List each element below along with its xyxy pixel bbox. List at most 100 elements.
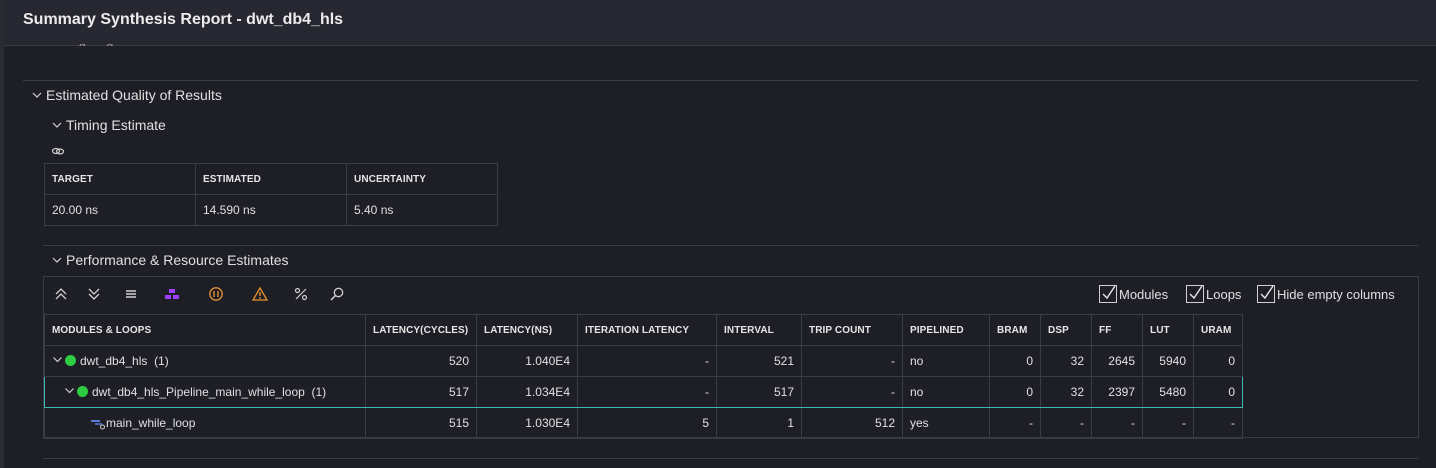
col-iteration-latency[interactable]: ITERATION LATENCY bbox=[577, 314, 717, 346]
bram: - bbox=[989, 407, 1041, 439]
dsp: - bbox=[1040, 407, 1092, 439]
timing-uncertainty-value: 5.40 ns bbox=[346, 194, 498, 226]
module-cell: dwt_db4_hls_Pipeline_main_while_loop (1) bbox=[44, 376, 366, 408]
timing-target-value: 20.00 ns bbox=[44, 194, 196, 226]
uram: 0 bbox=[1193, 345, 1243, 377]
timing-header-row: TARGET ESTIMATED UNCERTAINTY bbox=[44, 163, 498, 195]
hide-empty-columns-checkbox[interactable]: Hide empty columns bbox=[1257, 285, 1395, 303]
checkbox-checked-icon bbox=[1257, 285, 1275, 303]
section-timing-header[interactable]: Timing Estimate bbox=[51, 117, 166, 133]
col-trip-count[interactable]: TRIP COUNT bbox=[801, 314, 903, 346]
iteration-latency: 5 bbox=[577, 407, 717, 439]
lut: 5940 bbox=[1142, 345, 1194, 377]
chevron-down-icon bbox=[51, 119, 63, 131]
chevron-down-icon[interactable] bbox=[52, 354, 63, 368]
lut: 5480 bbox=[1142, 376, 1194, 408]
col-latency-cycles[interactable]: LATENCY(CYCLES) bbox=[365, 314, 477, 346]
divider bbox=[43, 437, 1418, 438]
loop-name: main_while_loop bbox=[106, 416, 196, 430]
partial-text: — g — g bbox=[62, 34, 113, 46]
divider bbox=[43, 245, 1418, 246]
divider bbox=[43, 458, 1418, 459]
chevron-down-icon bbox=[31, 89, 43, 101]
module-name: dwt_db4_hls bbox=[80, 353, 148, 368]
latency-ns: 1.040E4 bbox=[476, 345, 578, 377]
collapse-all-icon[interactable] bbox=[53, 286, 69, 302]
latency-ns: 1.030E4 bbox=[476, 407, 578, 439]
checkbox-checked-icon bbox=[1099, 285, 1117, 303]
pipelined: no bbox=[902, 376, 990, 408]
table-row[interactable]: dwt_db4_hls_Pipeline_main_while_loop (1)… bbox=[44, 376, 1243, 408]
table-row[interactable]: dwt_db4_hls (1) 520 1.040E4 - 521 - no 0… bbox=[44, 345, 1243, 377]
perf-header-row: MODULES & LOOPS LATENCY(CYCLES) LATENCY(… bbox=[44, 314, 1243, 346]
hide-empty-columns-label: Hide empty columns bbox=[1277, 286, 1395, 302]
col-ff[interactable]: FF bbox=[1091, 314, 1143, 346]
col-bram[interactable]: BRAM bbox=[989, 314, 1041, 346]
ff: 2397 bbox=[1091, 376, 1143, 408]
window-title: Summary Synthesis Report - dwt_db4_hls bbox=[23, 11, 344, 28]
timing-col-uncertainty: UNCERTAINTY bbox=[346, 163, 498, 195]
col-latency-ns[interactable]: LATENCY(NS) bbox=[476, 314, 578, 346]
latency-cycles: 515 bbox=[365, 407, 477, 439]
section-quality-header[interactable]: Estimated Quality of Results bbox=[31, 87, 222, 103]
table-row[interactable]: main_while_loop 515 1.030E4 5 1 512 yes … bbox=[44, 407, 1243, 439]
pipelined: no bbox=[902, 345, 990, 377]
percent-icon[interactable] bbox=[293, 286, 309, 302]
chevron-down-icon bbox=[51, 254, 63, 266]
latency-cycles: 517 bbox=[365, 376, 477, 408]
perf-table: MODULES & LOOPS LATENCY(CYCLES) LATENCY(… bbox=[44, 314, 1243, 439]
section-timing-label: Timing Estimate bbox=[66, 117, 166, 133]
search-icon[interactable] bbox=[329, 286, 345, 302]
col-uram[interactable]: URAM bbox=[1193, 314, 1243, 346]
bram: 0 bbox=[989, 376, 1041, 408]
timing-col-estimated: ESTIMATED bbox=[195, 163, 347, 195]
list-icon[interactable] bbox=[123, 286, 139, 302]
pipelined: yes bbox=[902, 407, 990, 439]
pipeline-icon[interactable] bbox=[208, 286, 224, 302]
module-name: dwt_db4_hls_Pipeline_main_while_loop bbox=[92, 384, 305, 399]
expand-all-icon[interactable] bbox=[86, 286, 102, 302]
warning-icon[interactable] bbox=[251, 286, 269, 302]
col-dsp[interactable]: DSP bbox=[1040, 314, 1092, 346]
dsp: 32 bbox=[1040, 345, 1092, 377]
status-ok-icon bbox=[65, 354, 76, 366]
timing-col-target: TARGET bbox=[44, 163, 196, 195]
instance-count: (1) bbox=[311, 384, 327, 399]
interval: 521 bbox=[716, 345, 802, 377]
col-modules-loops[interactable]: MODULES & LOOPS bbox=[44, 314, 366, 346]
status-ok-icon bbox=[77, 385, 88, 397]
perf-toolbar: Modules Loops Hide empty columns bbox=[44, 277, 1416, 314]
loops-checkbox[interactable]: Loops bbox=[1186, 285, 1241, 303]
timing-value-row: 20.00 ns 14.590 ns 5.40 ns bbox=[44, 194, 498, 226]
checkbox-checked-icon bbox=[1186, 285, 1204, 303]
section-perf-header[interactable]: Performance & Resource Estimates bbox=[51, 252, 289, 268]
col-pipelined[interactable]: PIPELINED bbox=[902, 314, 990, 346]
modules-checkbox[interactable]: Modules bbox=[1099, 285, 1168, 303]
trip-count: - bbox=[801, 376, 903, 408]
trip-count: - bbox=[801, 345, 903, 377]
interval: 517 bbox=[716, 376, 802, 408]
left-edge bbox=[0, 0, 4, 468]
ff: - bbox=[1091, 407, 1143, 439]
section-quality-label: Estimated Quality of Results bbox=[46, 87, 222, 103]
bram: 0 bbox=[989, 345, 1041, 377]
uram: 0 bbox=[1193, 376, 1243, 408]
modules-checkbox-label: Modules bbox=[1119, 286, 1169, 302]
latency-ns: 1.034E4 bbox=[476, 376, 578, 408]
chevron-down-icon[interactable] bbox=[64, 385, 75, 399]
loop-icon bbox=[90, 418, 106, 430]
dsp: 32 bbox=[1040, 376, 1092, 408]
module-cell: dwt_db4_hls (1) bbox=[44, 345, 366, 377]
col-interval[interactable]: INTERVAL bbox=[716, 314, 802, 346]
link-icon[interactable] bbox=[51, 144, 65, 158]
timing-estimated-value: 14.590 ns bbox=[195, 194, 347, 226]
loops-checkbox-label: Loops bbox=[1206, 286, 1242, 302]
interval: 1 bbox=[716, 407, 802, 439]
col-lut[interactable]: LUT bbox=[1142, 314, 1194, 346]
hierarchy-icon[interactable] bbox=[164, 286, 180, 302]
section-perf-label: Performance & Resource Estimates bbox=[66, 252, 289, 268]
uram: - bbox=[1193, 407, 1243, 439]
instance-count: (1) bbox=[154, 353, 169, 368]
ff: 2645 bbox=[1091, 345, 1143, 377]
iteration-latency: - bbox=[577, 376, 717, 408]
